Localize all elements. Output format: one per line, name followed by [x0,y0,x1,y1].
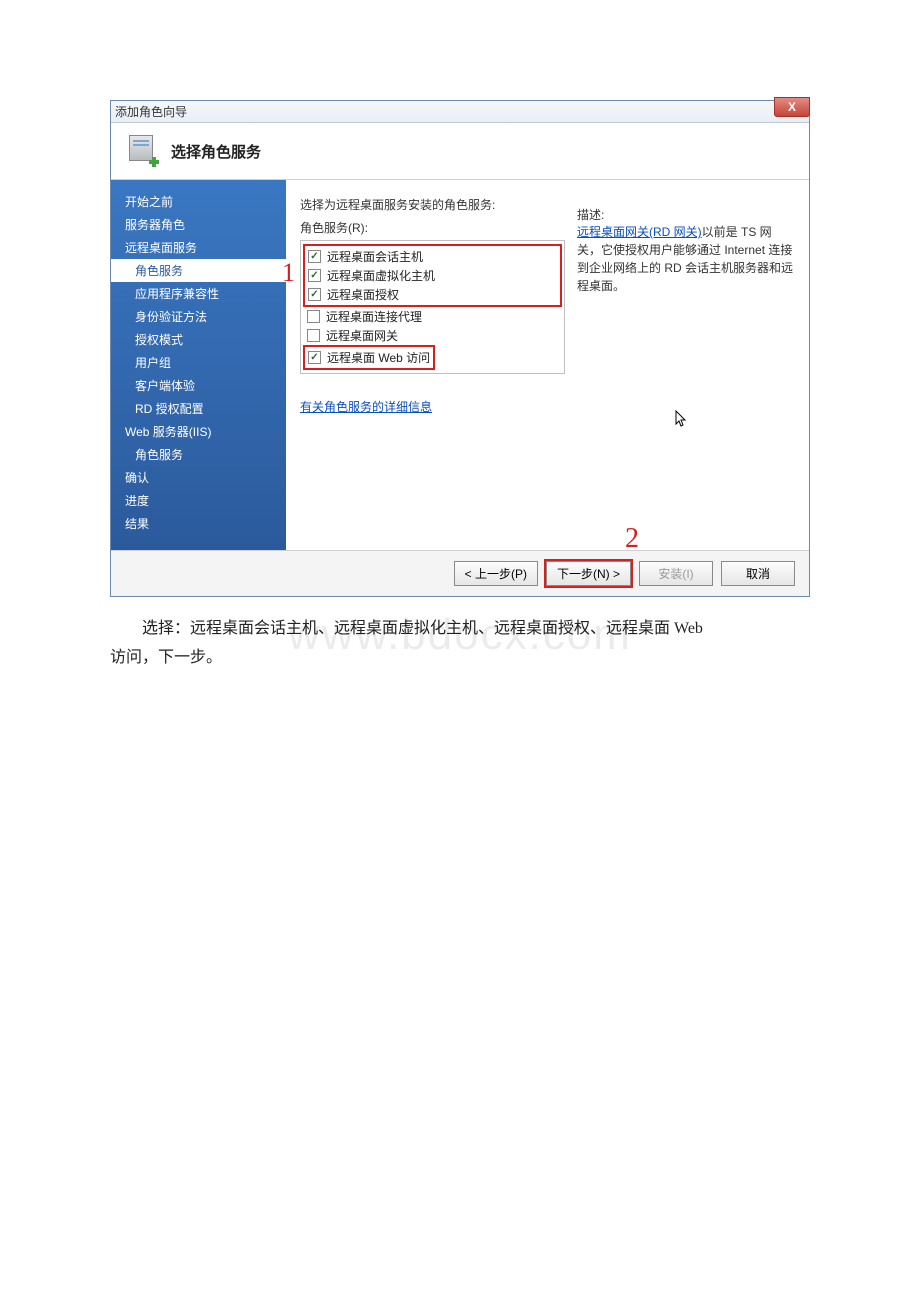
checkbox-icon[interactable] [308,288,321,301]
sidebar-item[interactable]: 角色服务 [111,443,286,466]
checkbox-icon[interactable] [307,310,320,323]
wizard-window: 添加角色向导 X 选择角色服务 开始之前服务器角色远程桌面服务角色服务应用程序兼… [110,100,810,597]
cursor-icon [675,410,689,433]
checkbox-icon[interactable] [307,329,320,342]
highlight-box-2: 远程桌面 Web 访问 [303,345,435,370]
more-info-link[interactable]: 有关角色服务的详细信息 [300,398,432,415]
highlight-box-1: 远程桌面会话主机远程桌面虚拟化主机远程桌面授权 [303,244,562,307]
role-checkbox-row[interactable]: 远程桌面会话主机 [306,247,559,266]
close-icon: X [788,100,796,114]
description-link[interactable]: 远程桌面网关(RD 网关) [577,225,702,239]
checkbox-icon[interactable] [308,269,321,282]
role-label: 远程桌面连接代理 [326,308,422,325]
sidebar-item[interactable]: 授权模式 [111,328,286,351]
caption-line1: 选择：远程桌面会话主机、远程桌面虚拟化主机、远程桌面授权、远程桌面 Web [142,620,703,637]
close-button[interactable]: X [774,97,810,117]
role-label: 远程桌面虚拟化主机 [327,267,435,284]
role-checkbox-row[interactable]: 远程桌面连接代理 [305,307,560,326]
checkbox-icon[interactable] [308,250,321,263]
sidebar-item[interactable]: 开始之前 [111,190,286,213]
checkbox-icon[interactable] [308,351,321,364]
wizard-footer: 2 < 上一步(P) 下一步(N) > 安装(I) 取消 [111,550,809,596]
description-label: 描述: [577,206,795,223]
sidebar-item[interactable]: 服务器角色 [111,213,286,236]
role-checkbox-row[interactable]: 远程桌面网关 [305,326,560,345]
role-label: 远程桌面 Web 访问 [327,349,430,366]
role-label: 远程桌面会话主机 [327,248,423,265]
role-label: 远程桌面网关 [326,327,398,344]
instruction-text: 选择为远程桌面服务安装的角色服务: [300,196,565,213]
wizard-content: 选择为远程桌面服务安装的角色服务: 角色服务(R): 1 远程桌面会话主机远程桌… [286,180,809,550]
document-caption: 选择：远程桌面会话主机、远程桌面虚拟化主机、远程桌面授权、远程桌面 Web 访问… [110,615,810,673]
sidebar-item[interactable]: 角色服务 [111,259,286,282]
sidebar-item[interactable]: 应用程序兼容性 [111,282,286,305]
window-title: 添加角色向导 [115,103,187,120]
roles-label: 角色服务(R): [300,219,565,236]
annotation-1: 1 [282,258,295,288]
sidebar-item[interactable]: 进度 [111,489,286,512]
next-button[interactable]: 下一步(N) > [546,561,631,586]
wizard-sidebar: 开始之前服务器角色远程桌面服务角色服务应用程序兼容性身份验证方法授权模式用户组客… [111,180,286,550]
caption-line2: 访问，下一步。 [110,649,222,666]
sidebar-item[interactable]: 确认 [111,466,286,489]
sidebar-item[interactable]: 结果 [111,512,286,535]
sidebar-item[interactable]: Web 服务器(IIS) [111,420,286,443]
sidebar-item[interactable]: RD 授权配置 [111,397,286,420]
sidebar-item[interactable]: 用户组 [111,351,286,374]
description-text: 远程桌面网关(RD 网关)以前是 TS 网关，它使授权用户能够通过 Intern… [577,223,795,295]
titlebar: 添加角色向导 X [111,101,809,123]
annotation-2: 2 [625,523,639,555]
wizard-header: 选择角色服务 [111,123,809,180]
sidebar-item[interactable]: 远程桌面服务 [111,236,286,259]
role-checkbox-row[interactable]: 远程桌面授权 [306,285,559,304]
page-title: 选择角色服务 [171,141,261,162]
role-checkbox-row[interactable]: 远程桌面 Web 访问 [306,348,432,367]
sidebar-item[interactable]: 客户端体验 [111,374,286,397]
roles-list: 远程桌面会话主机远程桌面虚拟化主机远程桌面授权远程桌面连接代理远程桌面网关远程桌… [300,240,565,374]
prev-button[interactable]: < 上一步(P) [454,561,538,586]
sidebar-item[interactable]: 身份验证方法 [111,305,286,328]
install-button: 安装(I) [639,561,713,586]
cancel-button[interactable]: 取消 [721,561,795,586]
server-add-icon [127,135,159,167]
role-label: 远程桌面授权 [327,286,399,303]
role-checkbox-row[interactable]: 远程桌面虚拟化主机 [306,266,559,285]
